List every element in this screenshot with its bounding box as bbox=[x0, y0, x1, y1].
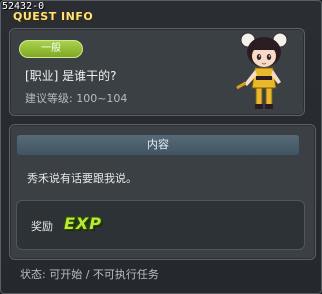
content-header: 内容 bbox=[17, 135, 299, 155]
quest-category-badge: 一般 bbox=[19, 40, 83, 58]
reward-box bbox=[16, 200, 305, 250]
exp-reward-icon[interactable]: EXP bbox=[64, 214, 102, 233]
quest-name: [职业] 是谁干的? bbox=[25, 69, 117, 83]
reward-label: 奖励 bbox=[31, 220, 53, 233]
quest-description: 秀禾说有话要跟我说。 bbox=[27, 172, 137, 185]
npc-portrait-icon bbox=[236, 32, 288, 109]
quest-status: 状态: 可开始 / 不可执行任务 bbox=[20, 268, 159, 281]
window-title: QUEST INFO bbox=[13, 10, 94, 23]
quest-recommended-level: 建议等级: 100~104 bbox=[25, 92, 128, 105]
